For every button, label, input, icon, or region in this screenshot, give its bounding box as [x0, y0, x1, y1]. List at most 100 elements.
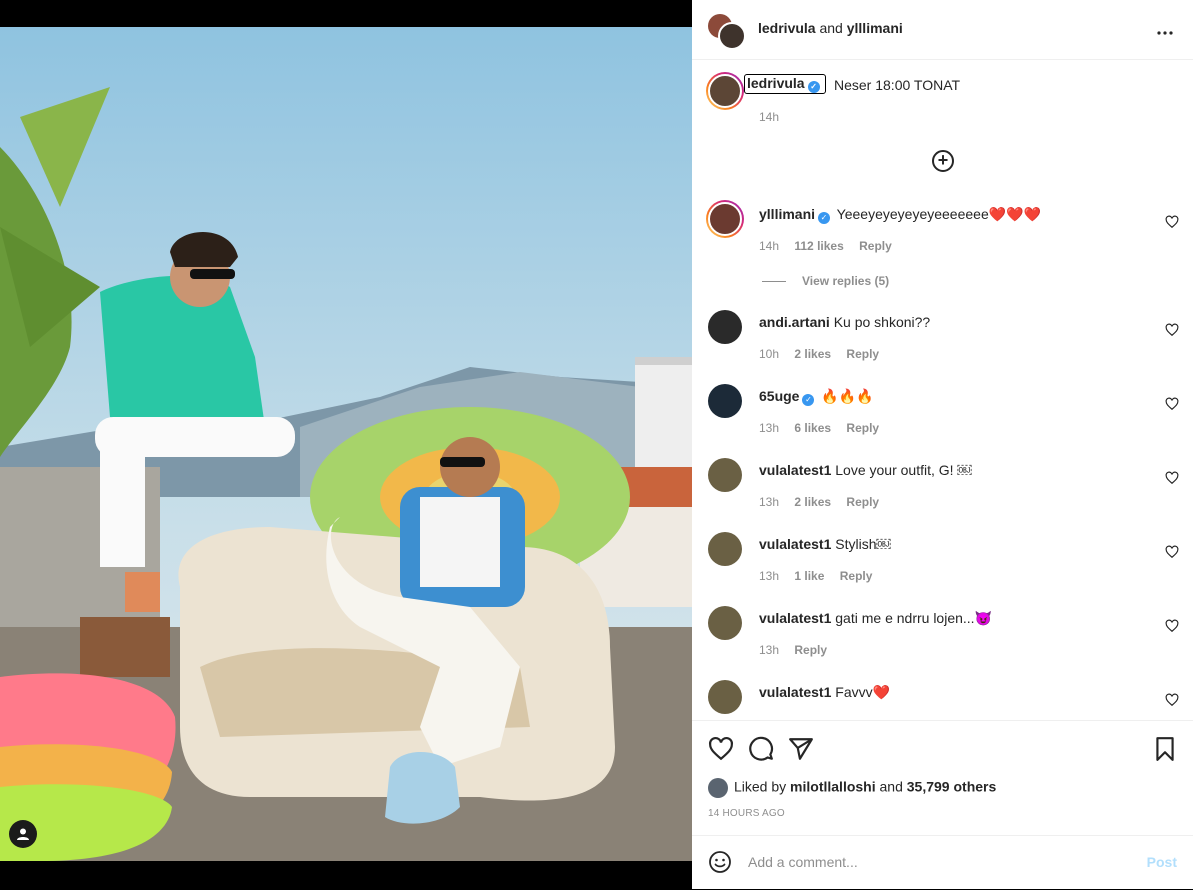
- post-details-panel: ledrivula and ylllimani ledrivula ✓ Neser…: [692, 0, 1193, 889]
- avatar[interactable]: [708, 532, 742, 566]
- view-replies-label: View replies (5): [802, 274, 890, 288]
- verified-icon: ✓: [802, 394, 815, 406]
- liked-prefix: Liked by: [734, 778, 787, 795]
- caption-text: Neser 18:00 TONAT: [834, 77, 961, 93]
- reply-button[interactable]: Reply: [846, 421, 879, 435]
- view-replies-button[interactable]: View replies (5): [762, 274, 889, 288]
- reply-button[interactable]: Reply: [794, 643, 827, 657]
- comment-username[interactable]: vulalatest1: [759, 536, 831, 552]
- comment-time[interactable]: 13h: [759, 495, 779, 509]
- likes-summary: Liked by milotllalloshi and 35,799 other…: [708, 778, 996, 798]
- avatar[interactable]: [706, 72, 744, 110]
- comment-item: vulalatest1 Stylish￼ 13h 1 like Reply: [692, 528, 1193, 588]
- comment-likes[interactable]: 112 likes: [794, 239, 843, 253]
- small-heart-icon[interactable]: [1165, 693, 1179, 707]
- comment-time[interactable]: 13h: [759, 421, 779, 435]
- comment-line: vulalatest1 Favvv❤️: [759, 684, 890, 701]
- comment-likes[interactable]: 2 likes: [794, 495, 831, 509]
- like-icon[interactable]: [708, 736, 734, 762]
- small-heart-icon[interactable]: [1165, 323, 1179, 337]
- comment-item: vulalatest1 Love your outfit, G! ￼ 13h 2…: [692, 454, 1193, 514]
- comment-username[interactable]: vulalatest1: [759, 684, 831, 700]
- share-icon[interactable]: [788, 736, 814, 762]
- post-photo[interactable]: [0, 27, 692, 861]
- save-icon[interactable]: [1152, 736, 1178, 762]
- comment-line: vulalatest1 gati me e ndrru lojen...😈: [759, 610, 992, 627]
- comment-meta: 13h 1 like Reply: [759, 569, 884, 583]
- reply-button[interactable]: Reply: [859, 239, 892, 253]
- replies-divider: [762, 281, 786, 283]
- comment-text: 🔥🔥🔥: [821, 388, 874, 404]
- post-authors: ledrivula and ylllimani: [758, 20, 903, 36]
- comment-item: 65uge ✓ 🔥🔥🔥 13h 6 likes Reply: [692, 380, 1193, 440]
- photo-pane: [0, 0, 692, 889]
- comment-text: Stylish￼: [835, 536, 891, 552]
- comment-username[interactable]: ylllimani: [759, 206, 815, 222]
- liked-others[interactable]: 35,799 others: [907, 779, 997, 795]
- post-actions: [692, 720, 1193, 773]
- tag-person-icon[interactable]: [9, 820, 37, 848]
- comment-meta: 13h 6 likes Reply: [759, 421, 891, 435]
- comment-input[interactable]: [748, 854, 1108, 870]
- emoji-icon[interactable]: [708, 850, 732, 874]
- caption-username[interactable]: ledrivula ✓: [744, 74, 826, 94]
- avatar[interactable]: [708, 384, 742, 418]
- comment-emoji: ❤️❤️❤️: [988, 206, 1042, 222]
- comment-likes[interactable]: 6 likes: [794, 421, 831, 435]
- small-heart-icon[interactable]: [1165, 471, 1179, 485]
- comment-likes[interactable]: 1 like: [794, 569, 824, 583]
- small-heart-icon[interactable]: [1165, 397, 1179, 411]
- avatar[interactable]: [718, 22, 746, 50]
- small-heart-icon[interactable]: [1165, 545, 1179, 559]
- new-comment-plus-icon[interactable]: +: [932, 150, 954, 172]
- comments-list[interactable]: ledrivula ✓ Neser 18:00 TONAT 14h + yllli…: [692, 60, 1193, 720]
- comment-line: vulalatest1 Love your outfit, G! ￼: [759, 462, 971, 478]
- author-username[interactable]: ledrivula: [758, 20, 816, 36]
- reply-button[interactable]: Reply: [840, 569, 873, 583]
- more-icon[interactable]: [1157, 18, 1173, 41]
- verified-icon: ✓: [807, 81, 820, 93]
- author-username[interactable]: ylllimani: [847, 20, 903, 36]
- post-button[interactable]: Post: [1147, 854, 1177, 870]
- comment-time[interactable]: 13h: [759, 569, 779, 583]
- reply-button[interactable]: Reply: [846, 495, 879, 509]
- comment-username[interactable]: 65uge: [759, 388, 799, 404]
- comment-item: vulalatest1 gati me e ndrru lojen...😈 13…: [692, 602, 1193, 662]
- add-comment-bar: Post: [692, 835, 1193, 890]
- avatar[interactable]: [708, 778, 728, 798]
- comment-likes[interactable]: 2 likes: [794, 347, 831, 361]
- small-heart-icon[interactable]: [1165, 619, 1179, 633]
- comment-meta: 13h 2 likes Reply: [759, 495, 891, 509]
- post-header: ledrivula and ylllimani: [692, 0, 1193, 60]
- comment-icon[interactable]: [748, 736, 774, 762]
- comment-meta: 14h 112 likes Reply: [759, 239, 904, 253]
- reply-button[interactable]: Reply: [846, 347, 879, 361]
- comment-line: 65uge ✓ 🔥🔥🔥: [759, 388, 874, 406]
- liked-user[interactable]: milotllalloshi: [790, 779, 876, 795]
- comment-meta: 13h Reply: [759, 643, 839, 657]
- comment-item: andi.artani Ku po shkoni?? 10h 2 likes R…: [692, 306, 1193, 366]
- avatar[interactable]: [706, 200, 744, 238]
- comment-meta: 10h 2 likes Reply: [759, 347, 891, 361]
- avatar[interactable]: [708, 606, 742, 640]
- small-heart-icon[interactable]: [1165, 215, 1179, 229]
- comment-text: gati me e ndrru lojen...😈: [835, 610, 992, 626]
- comment-item: vulalatest1 Favvv❤️: [692, 676, 1193, 720]
- avatar[interactable]: [708, 458, 742, 492]
- avatar[interactable]: [708, 310, 742, 344]
- verified-icon: ✓: [818, 212, 831, 224]
- comment-time[interactable]: 13h: [759, 643, 779, 657]
- comment-username[interactable]: andi.artani: [759, 314, 830, 330]
- comment-line: vulalatest1 Stylish￼: [759, 536, 891, 552]
- caption-time[interactable]: 14h: [759, 110, 779, 124]
- comment-text: Love your outfit, G! ￼: [835, 462, 972, 478]
- post-timestamp[interactable]: 14 HOURS AGO: [708, 808, 785, 819]
- comment-item: ylllimani ✓ Yeeeyeyeyeyeyeeeeeee❤️❤️❤️ 14…: [692, 198, 1193, 258]
- comment-time[interactable]: 10h: [759, 347, 779, 361]
- caption-username-text: ledrivula: [747, 75, 805, 91]
- comment-time[interactable]: 14h: [759, 239, 779, 253]
- comment-username[interactable]: vulalatest1: [759, 462, 831, 478]
- avatar[interactable]: [708, 680, 742, 714]
- comment-username[interactable]: vulalatest1: [759, 610, 831, 626]
- liked-joiner: and: [879, 778, 903, 795]
